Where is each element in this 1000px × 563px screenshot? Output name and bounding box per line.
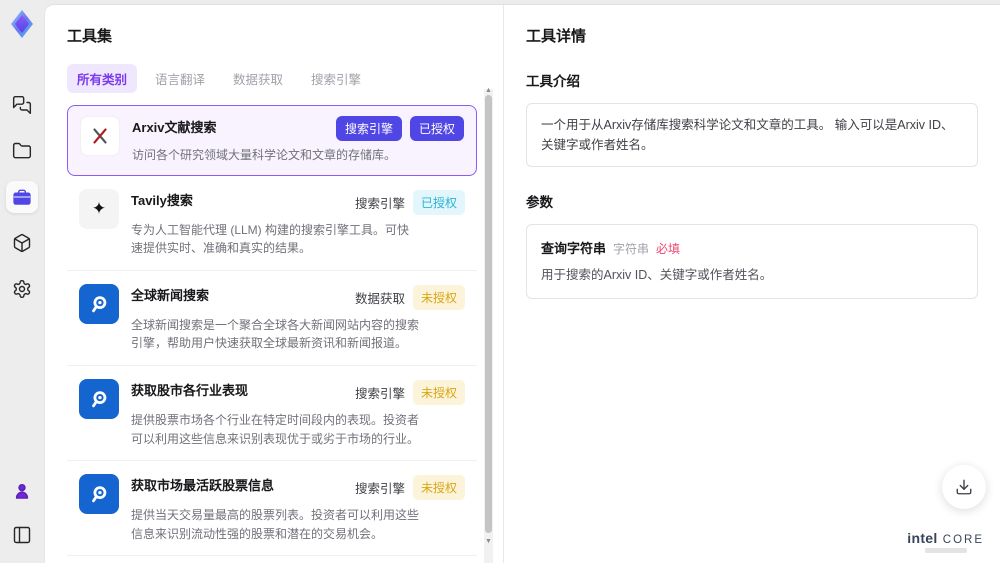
tool-title: Tavily搜索 bbox=[131, 192, 193, 208]
main-content: 工具集 所有类别 语言翻译 数据获取 搜索引擎 Arxiv文献搜索 搜索引擎 已… bbox=[44, 4, 1000, 563]
tool-list-item[interactable]: 获取股市各行业表现 搜索引擎 未授权 提供股票市场各个行业在特定时间段内的表现。… bbox=[67, 366, 477, 462]
params-heading: 参数 bbox=[526, 195, 553, 210]
tool-description: 提供股票市场各个行业在特定时间段内的表现。投资者可以利用这些信息来识别表现优于或… bbox=[131, 412, 420, 446]
param-required-badge: 必填 bbox=[656, 242, 681, 256]
brand-intel-label: intel bbox=[907, 530, 938, 546]
param-description: 用于搜索的Arxiv ID、关键字或作者姓名。 bbox=[541, 268, 773, 282]
tool-detail-panel: 工具详情 工具介绍 一个用于从Arxiv存储库搜索科学论文和文章的工具。 输入可… bbox=[503, 5, 1000, 563]
tool-description: 访问各个研究领域大量科学论文和文章的存储库。 bbox=[132, 148, 397, 162]
category-tabs: 所有类别 语言翻译 数据获取 搜索引擎 bbox=[67, 64, 477, 93]
arxiv-icon bbox=[80, 116, 120, 156]
page-title: 工具集 bbox=[67, 28, 113, 45]
folder-icon bbox=[12, 142, 32, 159]
tool-description: 提供当天交易量最高的股票列表。投资者可以利用这些信息来识别流动性强的股票和潜在的… bbox=[131, 508, 420, 541]
news-search-icon bbox=[79, 283, 119, 324]
app-logo-icon bbox=[11, 10, 33, 38]
chat-icon bbox=[12, 95, 32, 115]
category-label: 搜索引擎 bbox=[354, 196, 405, 211]
tool-title: 获取市场最活跃股票信息 bbox=[131, 478, 275, 494]
brand-core-label: core bbox=[937, 534, 984, 546]
tool-list-panel: 工具集 所有类别 语言翻译 数据获取 搜索引擎 Arxiv文献搜索 搜索引擎 已… bbox=[45, 5, 503, 563]
intro-heading: 工具介绍 bbox=[526, 74, 580, 89]
download-icon bbox=[956, 479, 972, 495]
auth-badge: 未授权 bbox=[412, 475, 465, 501]
tab-language-translation[interactable]: 语言翻译 bbox=[145, 64, 215, 93]
param-type: 字符串 bbox=[613, 242, 650, 256]
detail-title: 工具详情 bbox=[526, 28, 587, 45]
icon-rail-sidebar bbox=[0, 0, 44, 563]
sidebar-item-plugins[interactable] bbox=[6, 227, 38, 259]
sidebar-item-tools[interactable] bbox=[6, 181, 38, 213]
tool-title: 全球新闻搜索 bbox=[131, 287, 210, 303]
tool-list-item-selected[interactable]: Arxiv文献搜索 搜索引擎 已授权 访问各个研究领域大量科学论文和文章的存储库… bbox=[67, 105, 477, 176]
scrollbar-thumb[interactable] bbox=[485, 95, 492, 533]
sidebar-item-settings[interactable] bbox=[6, 273, 38, 305]
intel-core-badge: intel core bbox=[907, 530, 984, 553]
avatar-icon bbox=[15, 483, 29, 499]
tool-list-item[interactable]: ✦ Tavily搜索 搜索引擎 已授权 专为人工智能代理 (LLM) 构建的搜索… bbox=[67, 176, 477, 271]
brand-subtext bbox=[924, 548, 967, 553]
gear-icon bbox=[13, 279, 31, 299]
intro-box: 一个用于从Arxiv存储库搜索科学论文和文章的工具。 输入可以是Arxiv ID… bbox=[526, 103, 978, 167]
tool-title: 获取股市各行业表现 bbox=[131, 382, 249, 398]
scrollbar-up-arrow[interactable]: ▲ bbox=[485, 87, 492, 94]
list-scrollbar[interactable]: ▲ ▼ bbox=[484, 87, 493, 563]
scrollbar-down-arrow[interactable]: ▼ bbox=[485, 538, 492, 545]
user-avatar-button[interactable] bbox=[6, 475, 38, 507]
auth-badge: 未授权 bbox=[412, 379, 465, 405]
tab-data-fetch[interactable]: 数据获取 bbox=[223, 64, 293, 93]
stock-sector-icon bbox=[79, 378, 119, 419]
active-stocks-icon bbox=[79, 474, 119, 515]
intro-text: 一个用于从Arxiv存储库搜索科学论文和文章的工具。 输入可以是Arxiv ID… bbox=[541, 118, 954, 152]
tab-search-engine[interactable]: 搜索引擎 bbox=[301, 64, 371, 93]
panel-toggle-icon bbox=[13, 526, 31, 544]
tool-title: Arxiv文献搜索 bbox=[132, 120, 217, 135]
sidebar-item-files[interactable] bbox=[6, 135, 38, 167]
tavily-sparkle-icon: ✦ bbox=[79, 188, 119, 229]
auth-badge: 已授权 bbox=[409, 116, 464, 141]
category-label: 搜索引擎 bbox=[354, 482, 405, 497]
tool-description: 全球新闻搜索是一个聚合全球各大新闻网站内容的搜索引擎，帮助用户快速获取全球最新资… bbox=[131, 317, 420, 351]
tool-description: 专为人工智能代理 (LLM) 构建的搜索引擎工具。可快速提供实时、准确和真实的结… bbox=[131, 222, 410, 256]
download-button[interactable] bbox=[942, 465, 986, 509]
tool-list-item[interactable]: 万维地区新闻查询 搜索引擎 未授权 查询具体行政区划内的新闻，快速了解各地新闻动 bbox=[67, 556, 477, 563]
toolbox-icon bbox=[13, 189, 31, 205]
auth-badge: 未授权 bbox=[412, 284, 465, 310]
param-box: 查询字符串 字符串 必填 用于搜索的Arxiv ID、关键字或作者姓名。 bbox=[526, 224, 978, 299]
app-window: 工具集 所有类别 语言翻译 数据获取 搜索引擎 Arxiv文献搜索 搜索引擎 已… bbox=[0, 0, 1000, 563]
category-label: 搜索引擎 bbox=[354, 386, 405, 401]
tab-all-categories[interactable]: 所有类别 bbox=[67, 64, 138, 93]
tool-list-item[interactable]: 获取市场最活跃股票信息 搜索引擎 未授权 提供当天交易量最高的股票列表。投资者可… bbox=[67, 461, 477, 557]
tool-list-item[interactable]: 全球新闻搜索 数据获取 未授权 全球新闻搜索是一个聚合全球各大新闻网站内容的搜索… bbox=[67, 271, 477, 366]
category-badge: 搜索引擎 bbox=[335, 116, 402, 141]
collapse-panel-button[interactable] bbox=[6, 519, 38, 551]
auth-badge: 已授权 bbox=[412, 189, 465, 215]
param-name: 查询字符串 bbox=[541, 241, 607, 256]
sidebar-item-chat[interactable] bbox=[6, 89, 38, 121]
cube-icon bbox=[13, 233, 31, 253]
category-label: 数据获取 bbox=[354, 291, 405, 306]
